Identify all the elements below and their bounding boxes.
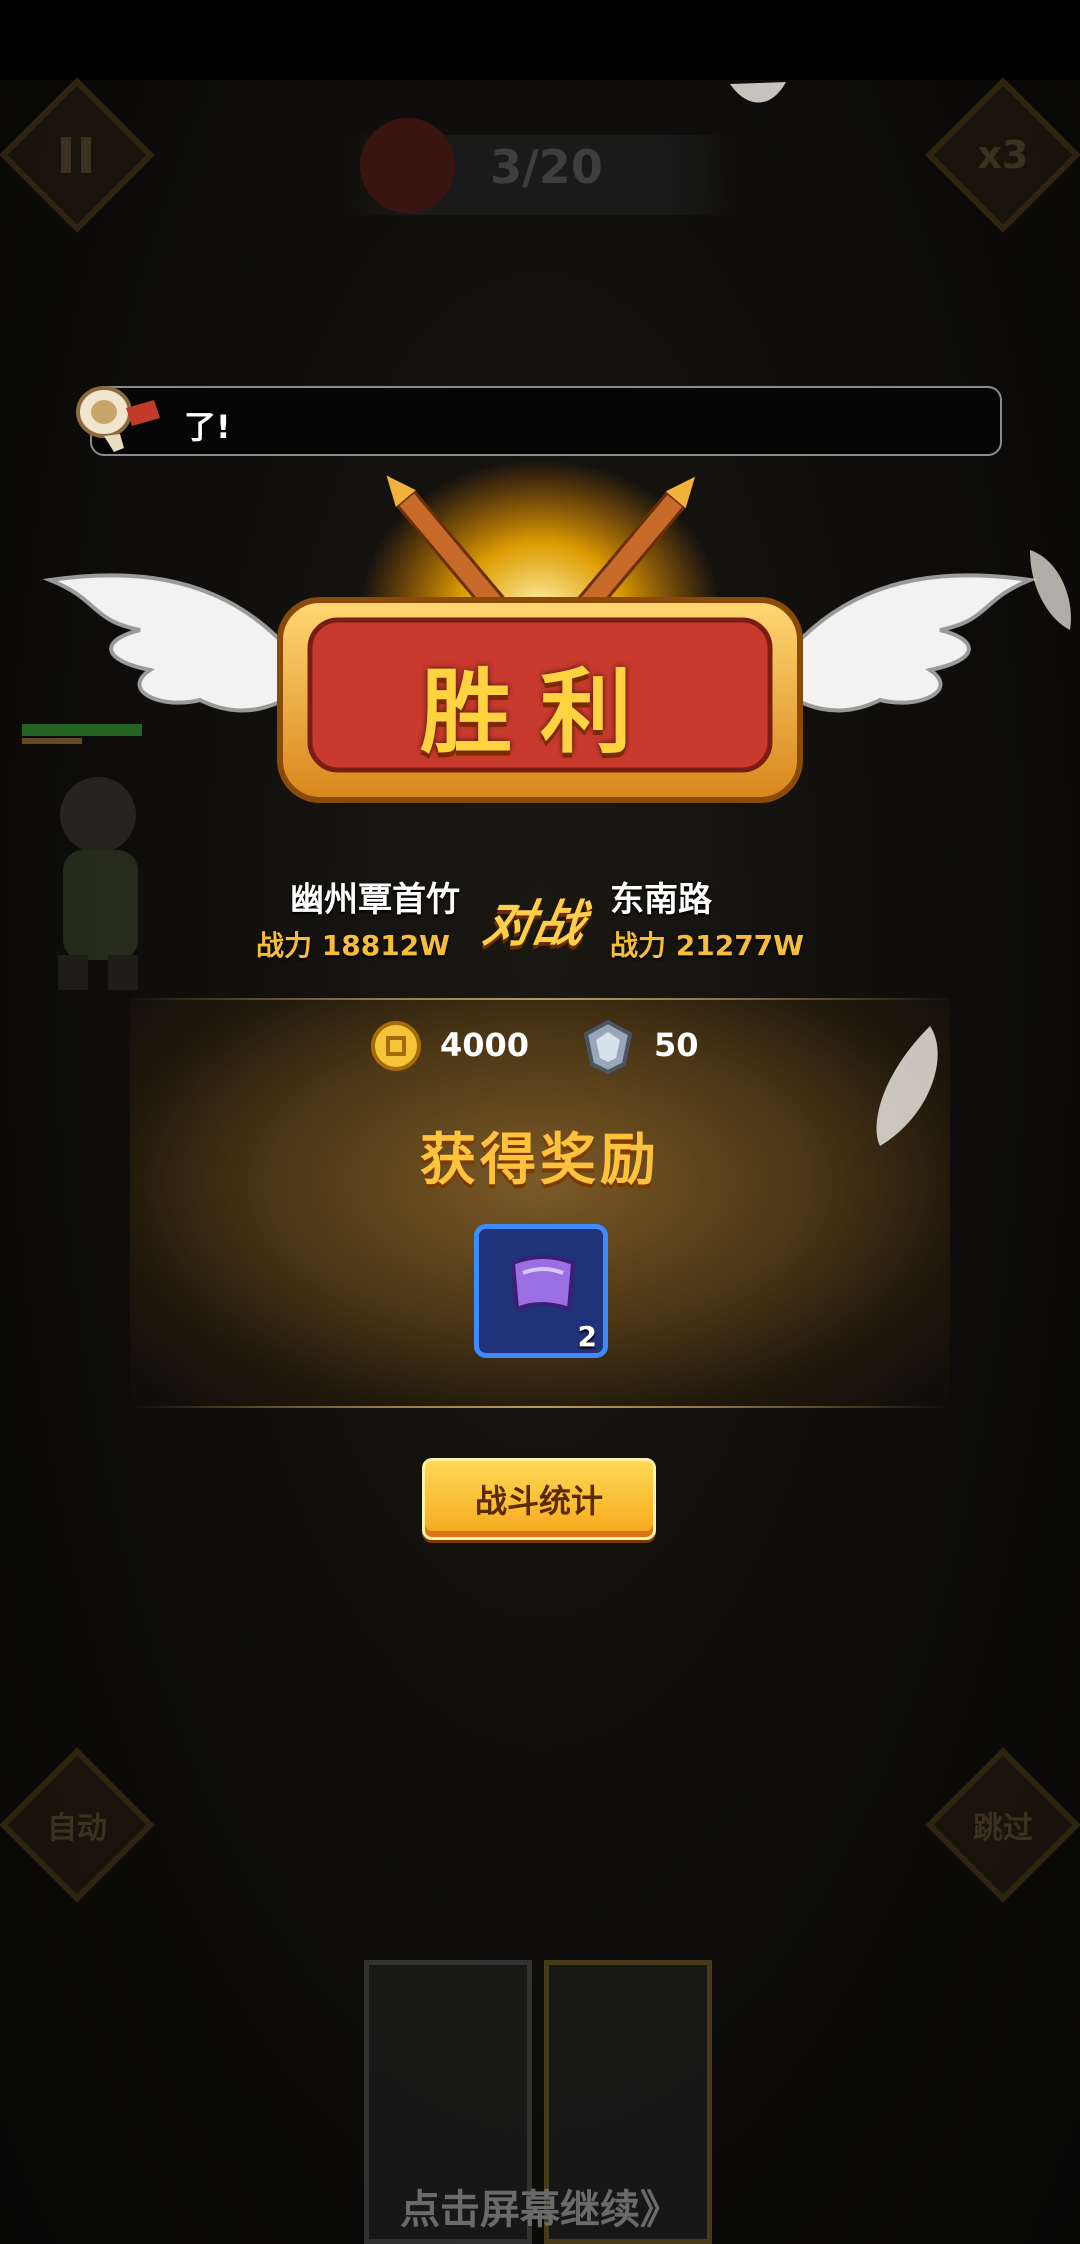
left-player-power: 战力 18812W	[256, 929, 451, 962]
wave-counter: 3/20	[490, 140, 603, 194]
panel-divider-top	[130, 998, 950, 1000]
feather-decoration	[730, 82, 786, 103]
announcement-bar: 了!	[90, 386, 1002, 456]
panel-divider-bottom	[130, 1406, 950, 1408]
skip-label: 跳过	[973, 1811, 1033, 1846]
speed-label: x3	[977, 133, 1029, 177]
pause-icon	[28, 106, 126, 204]
status-bar	[0, 0, 1080, 80]
scroll-icon	[510, 1255, 576, 1312]
coin-amount: 4000	[440, 1026, 530, 1064]
hero-character	[22, 724, 142, 990]
auto-label: 自动	[47, 1811, 107, 1846]
battle-stats-button[interactable]: 战斗统计	[422, 1458, 656, 1540]
tap-to-continue[interactable]: 点击屏幕继续》	[0, 2177, 1080, 2235]
feather-decoration	[876, 1026, 938, 1146]
coin-icon	[371, 1021, 421, 1071]
item-count: 2	[577, 1320, 597, 1353]
left-player-name: 幽州覃首竹	[290, 880, 460, 920]
right-player-power: 战力 21277W	[610, 929, 805, 962]
right-player-name: 东南路	[610, 880, 712, 920]
feather-decoration	[1030, 550, 1071, 630]
shield-crystal-icon	[583, 1019, 633, 1074]
gem-amount: 50	[654, 1026, 699, 1064]
boss-icon	[360, 118, 455, 213]
announcement-text: 了!	[184, 408, 231, 446]
horn-icon	[76, 386, 160, 452]
reward-item-slot[interactable]: 2	[474, 1224, 608, 1358]
versus-label: 对战	[479, 895, 590, 953]
